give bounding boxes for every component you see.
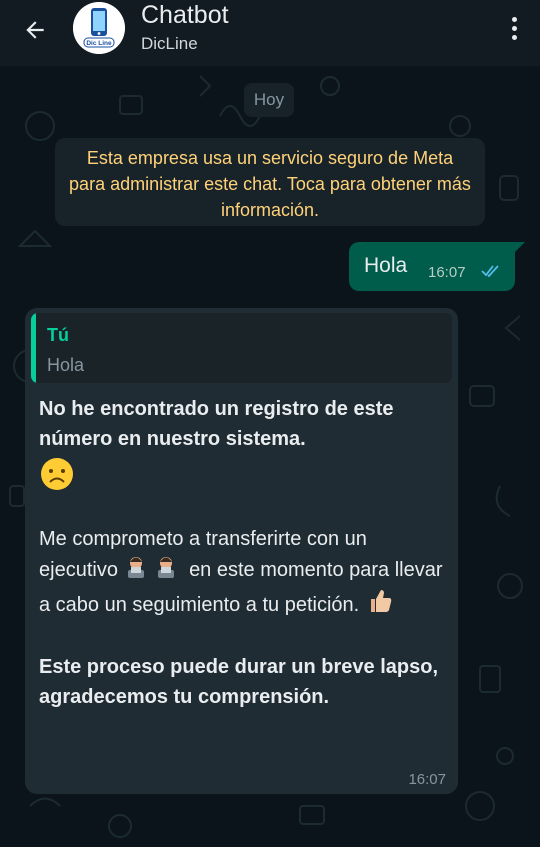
sad-face-emoji bbox=[39, 456, 444, 496]
message-paragraph-3: Este proceso puede durar un breve lapso,… bbox=[39, 656, 439, 708]
quote-accent-bar bbox=[31, 313, 36, 383]
quoted-reply[interactable]: Tú Hola bbox=[31, 313, 452, 383]
svg-text:Dic Line: Dic Line bbox=[86, 40, 112, 47]
date-chip: Hoy bbox=[244, 83, 294, 117]
chat-title[interactable]: Chatbot bbox=[141, 1, 229, 30]
encryption-notice[interactable]: Esta empresa usa un servicio seguro de M… bbox=[55, 138, 485, 226]
message-text: Hola bbox=[364, 254, 408, 277]
outgoing-message[interactable]: Hola 16:07 bbox=[349, 242, 525, 291]
message-paragraph-1: No he encontrado un registro de este núm… bbox=[39, 398, 394, 450]
message-time: 16:07 bbox=[428, 264, 466, 281]
dicline-logo-icon: Dic Line bbox=[73, 2, 125, 54]
chat-subtitle[interactable]: DicLine bbox=[141, 34, 198, 54]
office-worker-emoji bbox=[124, 554, 184, 587]
avatar[interactable]: Dic Line bbox=[73, 2, 125, 54]
incoming-message[interactable]: Tú Hola No he encontrado un registro de … bbox=[25, 308, 458, 794]
chat-header: Dic Line Chatbot DicLine bbox=[0, 0, 540, 66]
message-time: 16:07 bbox=[408, 771, 446, 788]
quote-author: Tú bbox=[47, 325, 69, 345]
quote-text: Hola bbox=[47, 355, 85, 375]
bubble-tail bbox=[513, 242, 525, 254]
more-options-icon[interactable] bbox=[504, 12, 524, 44]
thumbs-up-emoji bbox=[365, 587, 393, 624]
message-body: No he encontrado un registro de este núm… bbox=[39, 394, 444, 712]
back-arrow-icon[interactable] bbox=[18, 13, 52, 47]
double-check-icon bbox=[481, 265, 499, 278]
